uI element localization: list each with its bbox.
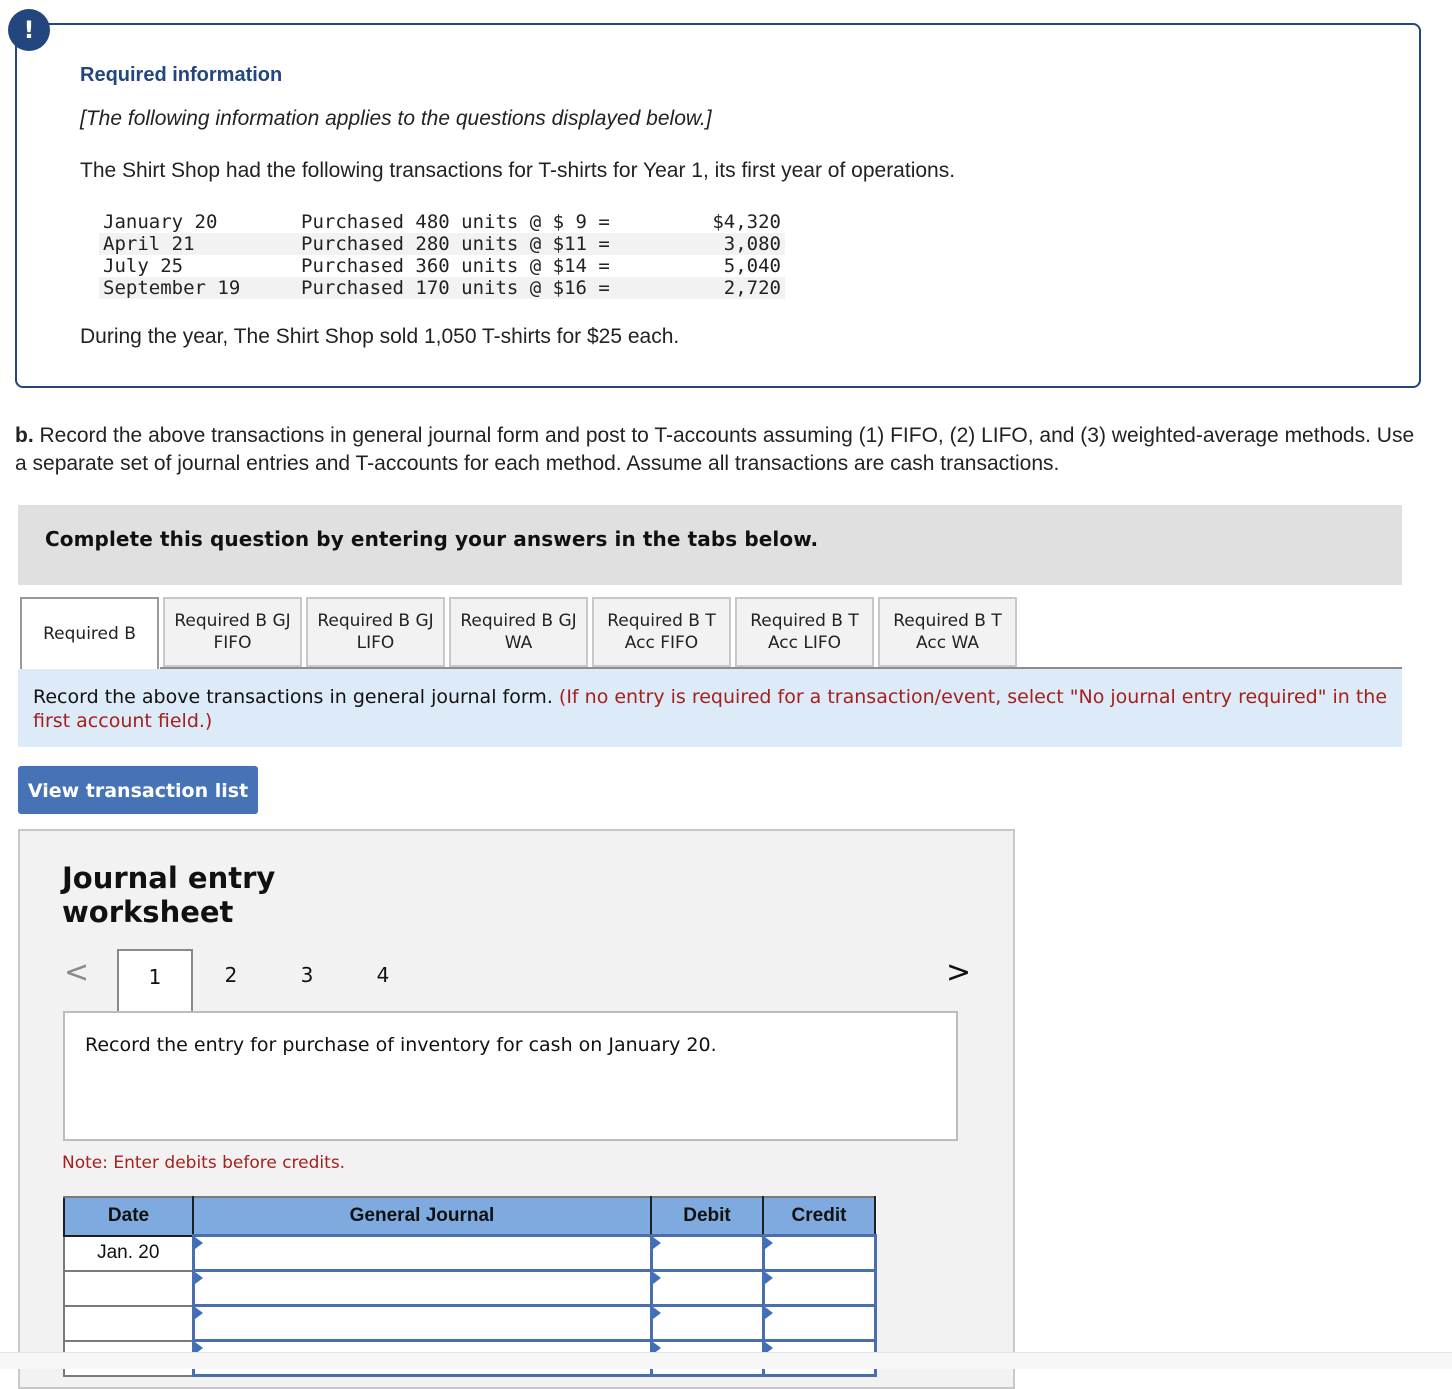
journal-table: Date General Journal Debit Credit Jan. 2… bbox=[63, 1196, 877, 1377]
sold-note: During the year, The Shirt Shop sold 1,0… bbox=[80, 325, 680, 348]
credit-input[interactable] bbox=[761, 1304, 877, 1342]
worksheet-page-2[interactable]: 2 bbox=[193, 949, 269, 1011]
transaction-amount: 3,080 bbox=[689, 233, 785, 255]
tab-required-b-gj-lifo[interactable]: Required B GJ LIFO bbox=[306, 597, 445, 667]
chevron-left-icon[interactable]: < bbox=[64, 955, 89, 990]
journal-row: Jan. 20 bbox=[63, 1234, 877, 1272]
complete-banner: Complete this question by entering your … bbox=[18, 505, 1402, 585]
view-transaction-list-button[interactable]: View transaction list bbox=[18, 766, 258, 814]
debit-input[interactable] bbox=[649, 1234, 765, 1272]
tab-label: Required B bbox=[43, 624, 136, 644]
question-text: Record the above transactions in general… bbox=[15, 424, 1415, 475]
tab-required-b-t-acc-lifo[interactable]: Required B T Acc LIFO bbox=[735, 597, 874, 667]
info-intro: The Shirt Shop had the following transac… bbox=[80, 159, 956, 182]
tab-label: Required B GJ LIFO bbox=[317, 611, 434, 653]
tab-label: Required B GJ FIFO bbox=[174, 611, 291, 653]
transaction-amount: 5,040 bbox=[723, 255, 781, 277]
tab-required-b[interactable]: Required B bbox=[20, 597, 159, 669]
header-credit: Credit bbox=[762, 1196, 876, 1237]
account-select[interactable] bbox=[191, 1234, 653, 1272]
transaction-date: April 21 bbox=[99, 233, 297, 255]
info-applies-note: [The following information applies to th… bbox=[80, 107, 712, 130]
page-bottom-edge bbox=[0, 1352, 1452, 1369]
transaction-date: January 20 bbox=[103, 211, 218, 233]
journal-row bbox=[63, 1304, 877, 1342]
journal-date bbox=[63, 1304, 194, 1342]
worksheet-page-3[interactable]: 3 bbox=[269, 949, 345, 1011]
credit-input[interactable] bbox=[761, 1269, 877, 1307]
journal-entry-worksheet: Journal entry worksheet < 1 2 3 4 > Reco… bbox=[18, 829, 1015, 1389]
tab-required-b-gj-wa[interactable]: Required B GJ WA bbox=[449, 597, 588, 667]
tab-required-b-t-acc-fifo[interactable]: Required B T Acc FIFO bbox=[592, 597, 731, 667]
transaction-date: July 25 bbox=[103, 255, 184, 277]
transaction-desc: Purchased 360 units @ $14 = bbox=[301, 255, 610, 277]
transaction-row: April 21 Purchased 280 units @ $11 = 3,0… bbox=[99, 233, 785, 255]
tab-required-b-t-acc-wa[interactable]: Required B T Acc WA bbox=[878, 597, 1017, 667]
complete-banner-text: Complete this question by entering your … bbox=[45, 527, 819, 551]
credit-input[interactable] bbox=[761, 1234, 877, 1272]
instruction-text: Record the above transactions in general… bbox=[33, 686, 559, 708]
chevron-right-icon[interactable]: > bbox=[946, 955, 971, 990]
tab-label: Required B T Acc FIFO bbox=[607, 611, 716, 653]
account-select[interactable] bbox=[191, 1304, 653, 1342]
debits-note: Note: Enter debits before credits. bbox=[62, 1153, 346, 1173]
tab-bar: Required B Required B GJ FIFO Required B… bbox=[20, 597, 1021, 669]
tab-label: Required B T Acc WA bbox=[893, 611, 1002, 653]
transaction-amount: 2,720 bbox=[689, 277, 785, 299]
transaction-row: January 20 Purchased 480 units @ $ 9 = $… bbox=[99, 211, 785, 233]
transaction-date: September 19 bbox=[99, 277, 297, 299]
tab-label: Required B GJ WA bbox=[460, 611, 577, 653]
header-debit: Debit bbox=[650, 1196, 764, 1237]
question-b: b. Record the above transactions in gene… bbox=[15, 422, 1425, 478]
transaction-amount: $4,320 bbox=[712, 211, 781, 233]
debit-input[interactable] bbox=[649, 1269, 765, 1307]
instruction-panel: Record the above transactions in general… bbox=[18, 669, 1402, 747]
worksheet-page-4[interactable]: 4 bbox=[345, 949, 421, 1011]
tab-required-b-gj-fifo[interactable]: Required B GJ FIFO bbox=[163, 597, 302, 667]
header-general-journal: General Journal bbox=[192, 1196, 652, 1237]
worksheet-title: Journal entry worksheet bbox=[62, 861, 276, 929]
journal-header-row: Date General Journal Debit Credit bbox=[63, 1196, 876, 1237]
transaction-desc: Purchased 480 units @ $ 9 = bbox=[301, 211, 610, 233]
alert-icon: ! bbox=[8, 9, 50, 51]
transactions-table: January 20 Purchased 480 units @ $ 9 = $… bbox=[99, 211, 785, 299]
required-information-title: Required information bbox=[80, 64, 283, 86]
journal-date bbox=[63, 1269, 194, 1307]
account-select[interactable] bbox=[191, 1269, 653, 1307]
transaction-row: September 19 Purchased 170 units @ $16 =… bbox=[99, 277, 785, 299]
debit-input[interactable] bbox=[649, 1304, 765, 1342]
tab-label: Required B T Acc LIFO bbox=[750, 611, 859, 653]
transaction-desc: Purchased 280 units @ $11 = bbox=[297, 233, 690, 255]
transaction-row: July 25 Purchased 360 units @ $14 = 5,04… bbox=[99, 255, 785, 277]
worksheet-page-1[interactable]: 1 bbox=[117, 949, 193, 1013]
journal-date: Jan. 20 bbox=[63, 1234, 194, 1272]
journal-row bbox=[63, 1269, 877, 1307]
transaction-desc: Purchased 170 units @ $16 = bbox=[297, 277, 690, 299]
header-date: Date bbox=[63, 1196, 194, 1237]
entry-prompt-box: Record the entry for purchase of invento… bbox=[63, 1011, 958, 1141]
question-label: b. bbox=[15, 424, 34, 447]
entry-prompt: Record the entry for purchase of invento… bbox=[85, 1034, 717, 1056]
